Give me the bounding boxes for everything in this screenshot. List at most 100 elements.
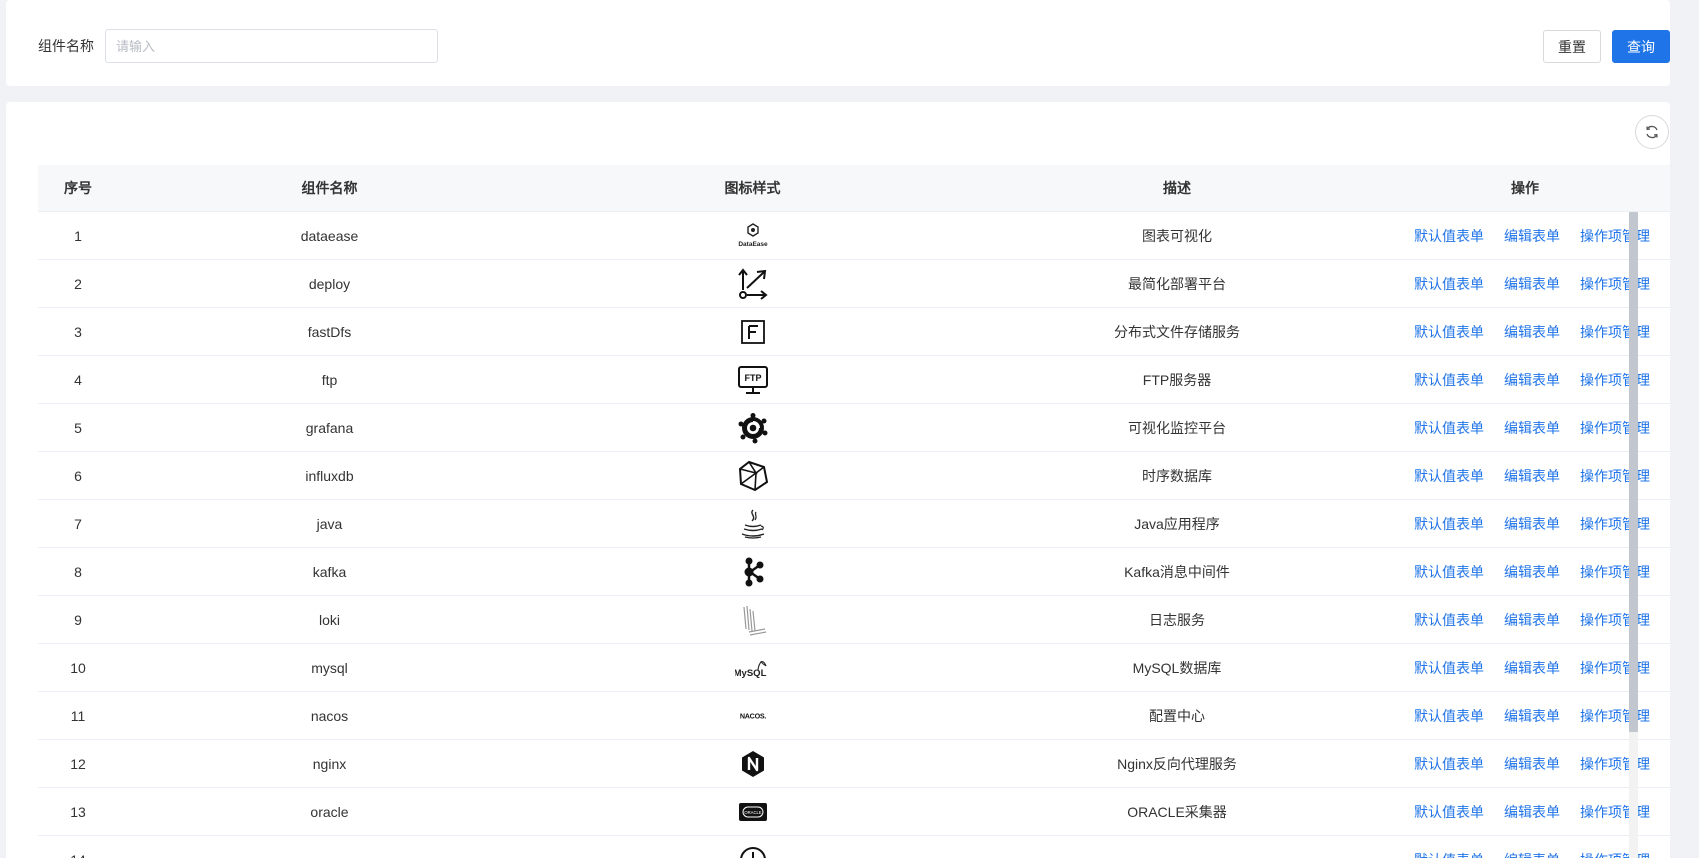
cell-name: dataease xyxy=(300,227,359,244)
search-card: 组件名称 重置 查询 xyxy=(6,0,1670,86)
cell-icon: DataEase xyxy=(541,212,964,259)
edit-form-link[interactable]: 编辑表单 xyxy=(1504,322,1560,342)
cell-index: 8 xyxy=(74,563,82,580)
svg-text:NACOS.: NACOS. xyxy=(739,711,766,720)
cell-desc: 日志服务 xyxy=(1149,611,1205,628)
default-value-form-link[interactable]: 默认值表单 xyxy=(1414,850,1484,858)
default-value-form-link[interactable]: 默认值表单 xyxy=(1414,754,1484,774)
op-item-manage-link[interactable]: 操作项管理 xyxy=(1580,226,1650,246)
clock-icon xyxy=(735,842,771,858)
fastdfs-f-icon xyxy=(735,314,771,350)
cell-icon xyxy=(541,260,964,307)
cell-icon xyxy=(541,500,964,547)
table-row: 11 nacos NACOS. 配置中心 默认值表单 编辑表单 操作项管理 xyxy=(38,692,1670,740)
table-row: 5 grafana 可视化监控平台 默认值表单 编辑表单 操作项管理 xyxy=(38,404,1670,452)
cell-name: loki xyxy=(318,611,340,628)
default-value-form-link[interactable]: 默认值表单 xyxy=(1414,802,1484,822)
edit-form-link[interactable]: 编辑表单 xyxy=(1504,514,1560,534)
edit-form-link[interactable]: 编辑表单 xyxy=(1504,466,1560,486)
cell-desc: 最简化部署平台 xyxy=(1128,275,1226,292)
cell-ops: 默认值表单编辑表单操作项管理 xyxy=(1390,404,1660,451)
default-value-form-link[interactable]: 默认值表单 xyxy=(1414,706,1484,726)
op-item-manage-link[interactable]: 操作项管理 xyxy=(1580,706,1650,726)
edit-form-link[interactable]: 编辑表单 xyxy=(1504,658,1560,678)
cell-ops: 默认值表单编辑表单操作项管理 xyxy=(1390,260,1660,307)
op-item-manage-link[interactable]: 操作项管理 xyxy=(1580,754,1650,774)
default-value-form-link[interactable]: 默认值表单 xyxy=(1414,370,1484,390)
cell-desc: 图表可视化 xyxy=(1142,227,1212,244)
cell-desc: MySQL数据库 xyxy=(1132,659,1222,676)
default-value-form-link[interactable]: 默认值表单 xyxy=(1414,562,1484,582)
header-icon: 图标样式 xyxy=(724,180,781,196)
edit-form-link[interactable]: 编辑表单 xyxy=(1504,562,1560,582)
table-row: 7 java Java应用程序 默认值表单 编辑表单 操作项管理 xyxy=(38,500,1670,548)
op-item-manage-link[interactable]: 操作项管理 xyxy=(1580,514,1650,534)
loki-logo-icon xyxy=(735,602,771,638)
cell-ops: 默认值表单编辑表单操作项管理 xyxy=(1390,308,1660,355)
mysql-logo-icon: MySQL xyxy=(735,650,771,686)
edit-form-link[interactable]: 编辑表单 xyxy=(1504,370,1560,390)
cell-ops: 默认值表单编辑表单操作项管理 xyxy=(1390,548,1660,595)
edit-form-link[interactable]: 编辑表单 xyxy=(1504,418,1560,438)
cell-ops: 默认值表单编辑表单操作项管理 xyxy=(1390,452,1660,499)
edit-form-link[interactable]: 编辑表单 xyxy=(1504,754,1560,774)
op-item-manage-link[interactable]: 操作项管理 xyxy=(1580,802,1650,822)
op-item-manage-link[interactable]: 操作项管理 xyxy=(1580,418,1650,438)
cell-icon: NACOS. xyxy=(541,692,964,739)
cell-desc: 配置中心 xyxy=(1149,707,1205,724)
cell-ops: 默认值表单编辑表单操作项管理 xyxy=(1390,500,1660,547)
op-item-manage-link[interactable]: 操作项管理 xyxy=(1580,322,1650,342)
component-name-input[interactable] xyxy=(105,29,438,63)
default-value-form-link[interactable]: 默认值表单 xyxy=(1414,418,1484,438)
table-scrollbar-thumb[interactable] xyxy=(1629,212,1638,732)
edit-form-link[interactable]: 编辑表单 xyxy=(1504,226,1560,246)
default-value-form-link[interactable]: 默认值表单 xyxy=(1414,466,1484,486)
dataease-logo-icon: DataEase xyxy=(735,218,771,254)
edit-form-link[interactable]: 编辑表单 xyxy=(1504,706,1560,726)
op-item-manage-link[interactable]: 操作项管理 xyxy=(1580,562,1650,582)
table-header: 序号 组件名称 图标样式 描述 操作 xyxy=(38,165,1670,212)
edit-form-link[interactable]: 编辑表单 xyxy=(1504,274,1560,294)
table-row: 1 dataease DataEase 图表可视化 默认值表单 编辑表单 操作项管理 xyxy=(38,212,1670,260)
default-value-form-link[interactable]: 默认值表单 xyxy=(1414,226,1484,246)
cell-index: 7 xyxy=(74,515,82,532)
cell-desc: FTP服务器 xyxy=(1142,371,1212,388)
query-button[interactable]: 查询 xyxy=(1612,30,1670,63)
default-value-form-link[interactable]: 默认值表单 xyxy=(1414,610,1484,630)
default-value-form-link[interactable]: 默认值表单 xyxy=(1414,322,1484,342)
refresh-button[interactable] xyxy=(1635,115,1669,149)
op-item-manage-link[interactable]: 操作项管理 xyxy=(1580,370,1650,390)
grafana-logo-icon xyxy=(735,410,771,446)
table-row: 13 oracle ORACLE ORACLE采集器 默认值表单 编辑表单 操作项管理 xyxy=(38,788,1670,836)
deploy-arrows-icon xyxy=(735,266,771,302)
edit-form-link[interactable]: 编辑表单 xyxy=(1504,850,1560,858)
cell-name: ftp xyxy=(321,371,338,388)
cell-index: 12 xyxy=(70,755,86,772)
svg-text:FTP: FTP xyxy=(744,373,761,383)
edit-form-link[interactable]: 编辑表单 xyxy=(1504,610,1560,630)
cell-name: fastDfs xyxy=(307,323,352,340)
edit-form-link[interactable]: 编辑表单 xyxy=(1504,802,1560,822)
op-item-manage-link[interactable]: 操作项管理 xyxy=(1580,466,1650,486)
cell-icon xyxy=(541,548,964,595)
op-item-manage-link[interactable]: 操作项管理 xyxy=(1580,274,1650,294)
op-item-manage-link[interactable]: 操作项管理 xyxy=(1580,610,1650,630)
kafka-logo-icon xyxy=(735,554,771,590)
table-row: 4 ftp FTP FTP服务器 默认值表单 编辑表单 操作项管理 xyxy=(38,356,1670,404)
cell-name: nacos xyxy=(310,707,349,724)
cell-desc: 分布式文件存储服务 xyxy=(1114,323,1240,340)
op-item-manage-link[interactable]: 操作项管理 xyxy=(1580,850,1650,858)
default-value-form-link[interactable]: 默认值表单 xyxy=(1414,514,1484,534)
default-value-form-link[interactable]: 默认值表单 xyxy=(1414,658,1484,678)
table-row: 14 默认值表单 编辑表单 操作项管理 xyxy=(38,836,1670,858)
cell-desc xyxy=(964,836,1390,858)
op-item-manage-link[interactable]: 操作项管理 xyxy=(1580,658,1650,678)
svg-text:MySQL: MySQL xyxy=(735,668,767,679)
table-row: 12 nginx Nginx反向代理服务 默认值表单 编辑表单 操作项管理 xyxy=(38,740,1670,788)
default-value-form-link[interactable]: 默认值表单 xyxy=(1414,274,1484,294)
reset-button[interactable]: 重置 xyxy=(1543,30,1601,63)
nacos-logo-icon: NACOS. xyxy=(735,698,771,734)
cell-name: kafka xyxy=(312,563,347,580)
cell-icon xyxy=(541,596,964,643)
table-row: 2 deploy 最简化部署平台 默认值表单 编辑表单 操作项管理 xyxy=(38,260,1670,308)
